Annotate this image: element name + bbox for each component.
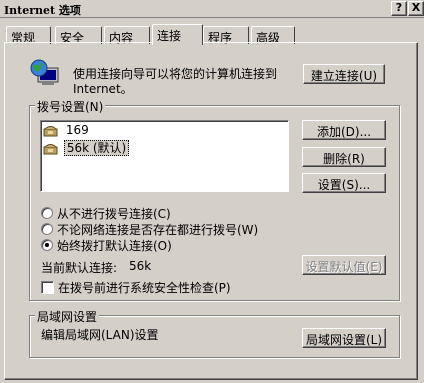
add-connection-button[interactable]: 添加(D)... [302,120,386,140]
connection-settings-button[interactable]: 设置(S)... [302,173,386,193]
dial-whenever-radio[interactable] [41,223,53,235]
lan-settings-button[interactable]: 局域网设置(L) [302,328,386,348]
internet-options-dialog: Internet 选项 ? X 常规 安全 内容 连接 程序 高级 使用连接向导… [0,0,424,383]
setup-description-line2: Internet。 [73,82,133,96]
lan-group-title: 局域网设置 [35,308,100,325]
close-button[interactable]: X [408,1,424,16]
current-default-value: 56k [129,259,152,273]
security-check-label[interactable]: 在拨号前进行系统安全性检查(P) [58,279,231,296]
never-dial-radio[interactable] [41,207,53,219]
title-bar[interactable]: Internet 选项 ? X [0,0,424,18]
never-dial-label[interactable]: 从不进行拨号连接(C) [57,205,171,222]
lan-description: 编辑局域网(LAN)设置 [41,328,159,342]
dial-whenever-label[interactable]: 不论网络连接是否存在都进行拨号(W) [57,221,258,238]
dialup-connection-icon [43,125,58,136]
set-default-button[interactable]: 设置默认值(E) [302,255,386,275]
window-title: Internet 选项 [4,4,81,17]
list-item[interactable]: 169 [43,123,91,137]
dialup-connection-icon [43,143,58,154]
connection-list[interactable]: 169 56k (默认) [40,120,289,192]
tab-connections[interactable]: 连接 [152,24,203,45]
help-button[interactable]: ? [391,1,407,16]
always-dial-default-radio[interactable] [41,239,53,251]
list-item[interactable]: 56k (默认) [43,139,130,156]
current-default-label: 当前默认连接: [41,261,118,275]
delete-connection-button[interactable]: 删除(R) [302,147,386,167]
connection-name: 169 [65,123,89,137]
connection-name: 56k (默认) [63,140,130,156]
security-check-checkbox[interactable] [41,281,54,294]
always-dial-default-label[interactable]: 始终拨打默认连接(O) [57,237,172,254]
dialup-group-title: 拨号设置(N) [35,98,106,115]
setup-connection-button[interactable]: 建立连接(U) [303,64,385,84]
